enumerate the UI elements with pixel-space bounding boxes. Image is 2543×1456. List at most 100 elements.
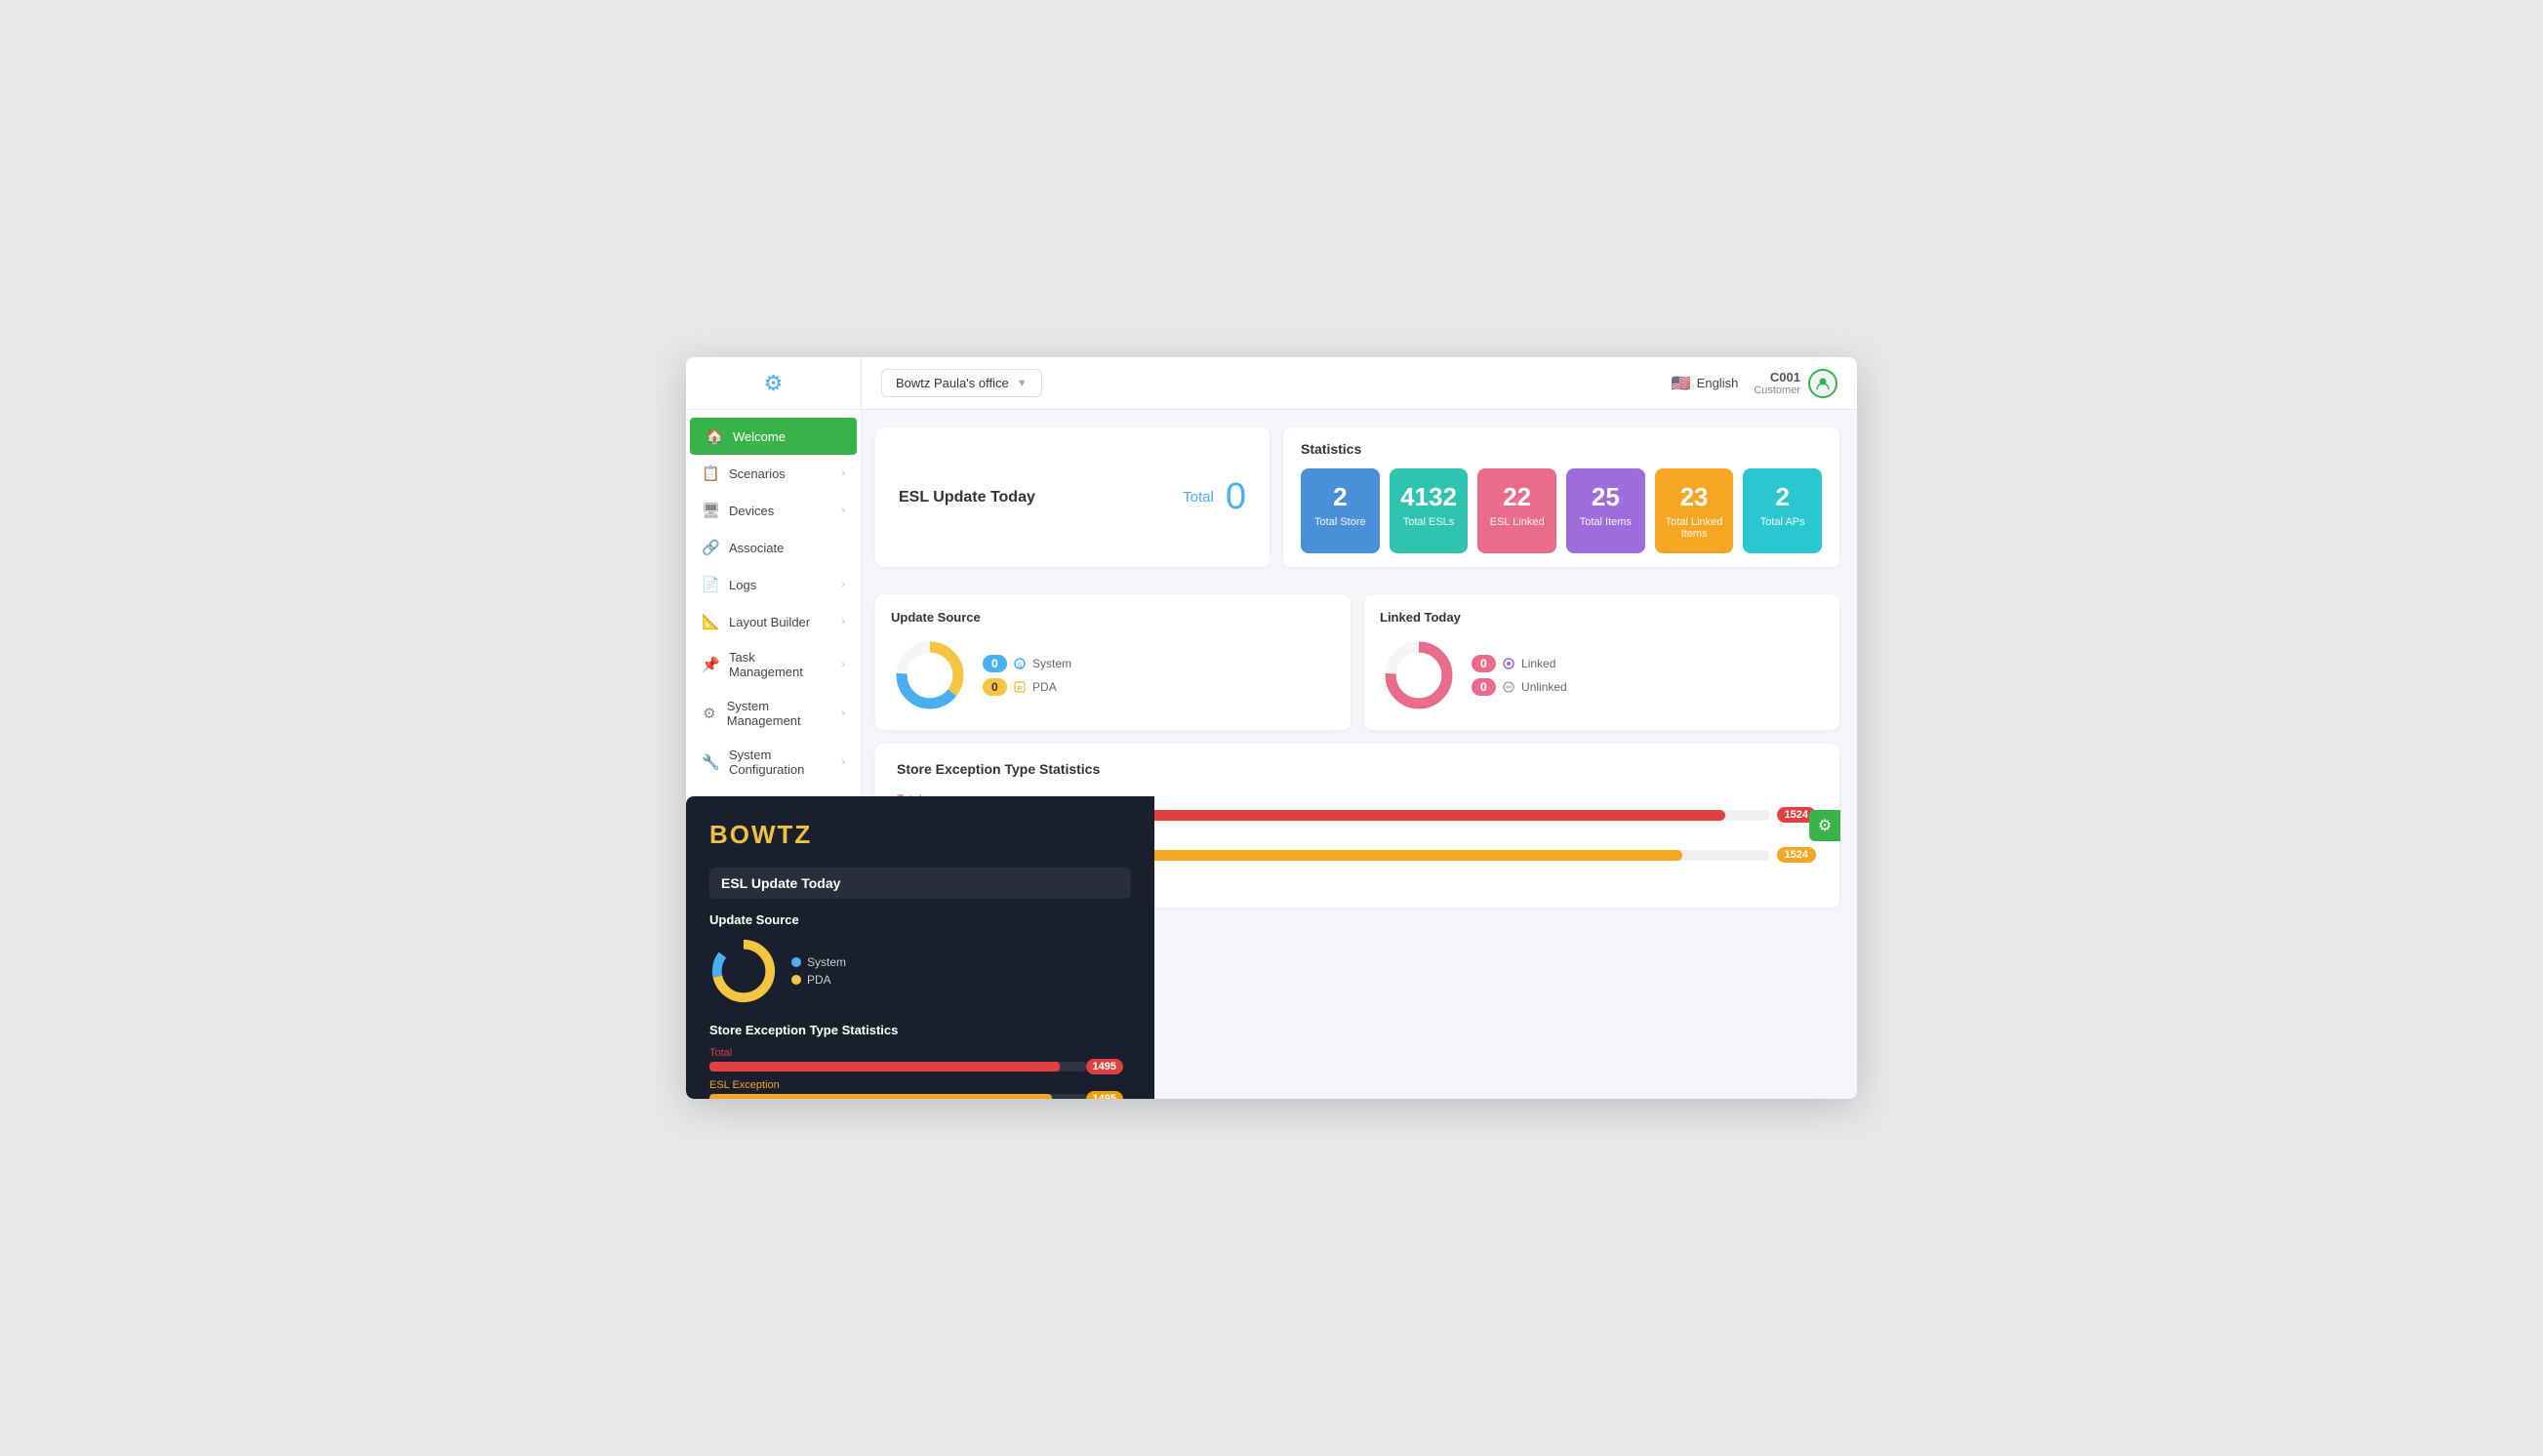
exc-value-esl: 1524: [1777, 847, 1816, 863]
stat-label-esl-linked: ESL Linked: [1487, 516, 1547, 528]
linked-today-title: Linked Today: [1380, 610, 1824, 625]
logs-arrow: ›: [841, 579, 845, 590]
esl-today-total-label: Total: [1183, 489, 1214, 506]
esl-today-value: 0: [1226, 476, 1246, 518]
welcome-icon: 🏠: [706, 427, 723, 445]
unlinked-legend-label: Unlinked: [1502, 680, 1567, 695]
stat-card-esl-linked: 22 ESL Linked: [1477, 468, 1556, 553]
sidebar-label-associate: Associate: [729, 541, 784, 555]
system-management-arrow: ›: [841, 708, 845, 719]
system-legend-label: S System: [1013, 657, 1071, 671]
devices-icon: 🖥: [702, 502, 719, 519]
store-name: Bowtz Paula's office: [896, 376, 1009, 390]
sidebar-top: ⚙: [686, 357, 861, 410]
bar-total-dark: Total 1495: [709, 1047, 1131, 1072]
bar-total-dark-label: Total: [709, 1047, 1131, 1059]
svg-text:S: S: [1017, 663, 1022, 669]
sidebar-item-associate[interactable]: 🔗 Associate: [686, 529, 861, 566]
stat-label-total-store: Total Store: [1311, 516, 1370, 528]
stat-num-total-items: 25: [1576, 482, 1635, 512]
sidebar-label-task-management: Task Management: [729, 650, 831, 679]
stats-cards-row: 2 Total Store 4132 Total ESLs 22 ESL Lin…: [1301, 468, 1822, 553]
bar-esl-dark-label: ESL Exception: [709, 1079, 1131, 1091]
esl-today-label: ESL Update Today: [899, 489, 1183, 506]
statistics-title: Statistics: [1301, 441, 1822, 457]
pda-badge-value: 0: [983, 678, 1007, 696]
settings-fab[interactable]: ⚙: [1809, 810, 1840, 841]
system-configuration-arrow: ›: [841, 756, 845, 768]
bar-esl-dark-value: 1495: [1086, 1091, 1123, 1099]
statistics-section: Statistics 2 Total Store 4132 Total ESLs: [1283, 427, 1839, 567]
linked-badge-value: 0: [1472, 655, 1496, 672]
stat-card-total-linked-items: 23 Total Linked Items: [1655, 468, 1734, 553]
bowtz-logo-dark: BOWTZ: [709, 820, 1131, 850]
scenarios-icon: 📋: [702, 465, 719, 482]
stat-card-total-esls: 4132 Total ESLs: [1390, 468, 1469, 553]
linked-today-donut: [1380, 636, 1458, 714]
flag-icon: 🇺🇸: [1672, 374, 1691, 393]
exception-title: Store Exception Type Statistics: [897, 761, 1818, 777]
sidebar-label-logs: Logs: [729, 578, 756, 592]
sidebar-item-system-management[interactable]: ⚙ System Management ›: [686, 689, 861, 738]
unlinked-legend-text: Unlinked: [1521, 680, 1567, 694]
layout-builder-arrow: ›: [841, 616, 845, 627]
stat-num-total-aps: 2: [1753, 482, 1812, 512]
sidebar-label-layout-builder: Layout Builder: [729, 615, 810, 629]
task-management-arrow: ›: [841, 659, 845, 670]
system-badge-value: 0: [983, 655, 1007, 672]
linked-today-card: Linked Today 0: [1364, 594, 1839, 730]
associate-icon: 🔗: [702, 539, 719, 556]
dark-overlay-panel: BOWTZ ESL Update Today Update Source Sys…: [686, 796, 1154, 1099]
update-source-title: Update Source: [891, 610, 1335, 625]
sidebar-label-welcome: Welcome: [733, 429, 786, 444]
stat-label-total-esls: Total ESLs: [1399, 516, 1459, 528]
sidebar-item-scenarios[interactable]: 📋 Scenarios ›: [686, 455, 861, 492]
layout-builder-icon: 📐: [702, 613, 719, 630]
stat-num-total-store: 2: [1311, 482, 1370, 512]
system-management-icon: ⚙: [702, 705, 717, 722]
unlinked-badge-value: 0: [1472, 678, 1496, 696]
language-selector[interactable]: 🇺🇸 English: [1672, 374, 1739, 393]
user-info: C001 Customer: [1754, 369, 1837, 398]
user-id: C001: [1754, 370, 1800, 384]
linked-today-donut-area: 0 Linked 0: [1380, 636, 1824, 714]
stat-num-total-linked-items: 23: [1665, 482, 1724, 512]
scenarios-arrow: ›: [841, 467, 845, 479]
stat-label-total-items: Total Items: [1576, 516, 1635, 528]
update-source-donut: [891, 636, 969, 714]
system-configuration-icon: 🔧: [702, 753, 719, 771]
store-selector[interactable]: Bowtz Paula's office ▼: [881, 369, 1042, 397]
system-badge-row: 0 S System: [983, 655, 1071, 672]
pda-legend-text: PDA: [1032, 680, 1057, 694]
task-management-icon: 📌: [702, 656, 719, 673]
stat-num-esl-linked: 22: [1487, 482, 1547, 512]
bar-total-dark-value: 1495: [1086, 1059, 1123, 1074]
linked-today-legends: 0 Linked 0: [1472, 655, 1567, 696]
sidebar-label-system-management: System Management: [727, 699, 832, 728]
sidebar-item-system-configuration[interactable]: 🔧 System Configuration ›: [686, 738, 861, 787]
logs-icon: 📄: [702, 576, 719, 593]
stat-num-total-esls: 4132: [1399, 482, 1459, 512]
bar-esl-dark: ESL Exception 1495: [709, 1079, 1131, 1099]
sidebar-item-layout-builder[interactable]: 📐 Layout Builder ›: [686, 603, 861, 640]
devices-arrow: ›: [841, 505, 845, 516]
donut-chart-dark: [709, 937, 778, 1005]
unlinked-badge-row: 0 Unlinked: [1472, 678, 1567, 696]
user-role: Customer: [1754, 384, 1800, 396]
linked-badge-row: 0 Linked: [1472, 655, 1567, 672]
sidebar-item-task-management[interactable]: 📌 Task Management ›: [686, 640, 861, 689]
sidebar-item-devices[interactable]: 🖥 Devices ›: [686, 492, 861, 529]
stat-card-total-store: 2 Total Store: [1301, 468, 1380, 553]
system-legend-text: System: [1032, 657, 1071, 670]
esl-today-card: ESL Update Today Total 0: [875, 427, 1270, 567]
update-source-donut-area: 0 S System 0 P: [891, 636, 1335, 714]
system-legend-dark: System: [807, 955, 846, 969]
exception-dark-title: Store Exception Type Statistics: [709, 1023, 1131, 1037]
update-source-dark-label: Update Source: [709, 912, 1131, 927]
sidebar-item-logs[interactable]: 📄 Logs ›: [686, 566, 861, 603]
stat-card-total-items: 25 Total Items: [1566, 468, 1645, 553]
pda-legend-dark: PDA: [807, 973, 831, 987]
sidebar-item-welcome[interactable]: 🏠 Welcome: [690, 418, 857, 455]
user-avatar[interactable]: [1808, 369, 1837, 398]
top-header: Bowtz Paula's office ▼ 🇺🇸 English C001 C…: [862, 357, 1857, 410]
